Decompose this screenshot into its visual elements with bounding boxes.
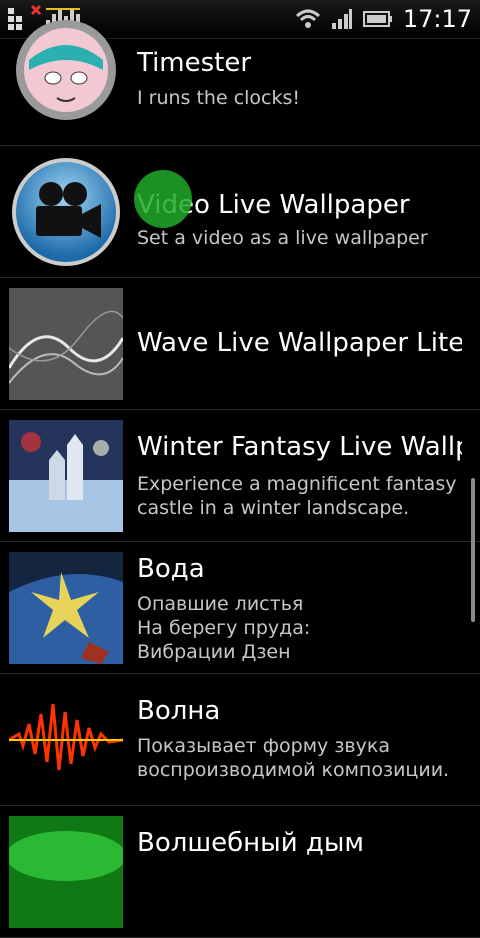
list-item[interactable]: Вода Опавшие листья На берегу пруда: Виб… [0,542,480,674]
list-item[interactable]: Wave Live Wallpaper Lite [0,278,480,410]
live-wallpaper-list: Timester I runs the clocks! Video Live W… [0,20,480,938]
wallpaper-title: Wave Live Wallpaper Lite [137,328,462,358]
wallpaper-description-line: воспроизводимой композиции. [137,759,450,781]
list-item[interactable]: Волна Показывает форму звука воспроизвод… [0,674,480,806]
battery-icon [362,11,392,27]
wallpaper-title: Волна [137,696,221,726]
wifi-icon [295,9,320,28]
clock: 17:17 [402,5,472,33]
scrollbar[interactable] [471,478,475,622]
wallpaper-description-line: Experience a magnificent fantasy [137,473,457,495]
wallpaper-description: Set a video as a live wallpaper [137,227,428,249]
wallpaper-description-line: Вибрации Дзен [137,641,291,663]
wave-thumbnail [9,288,123,400]
signal-icon [331,9,352,29]
wallpaper-description-line: Показывает форму звука [137,735,390,757]
touch-indicator [134,170,192,228]
video-camera-icon [12,158,120,266]
wallpaper-description-line: Опавшие листья [137,593,304,615]
timester-icon [16,20,116,120]
sound-wave-thumbnail [9,684,123,796]
leaves-thumbnail [9,552,123,664]
wallpaper-title: Winter Fantasy Live Wallpa [137,432,462,462]
smoke-thumbnail [9,816,123,928]
list-item[interactable]: Волшебный дым [0,806,480,938]
wallpaper-title: Вода [137,554,205,584]
wallpaper-title: Timester [137,48,252,78]
list-item[interactable]: Winter Fantasy Live Wallpa Experience a … [0,410,480,542]
wallpaper-description: I runs the clocks! [137,87,301,109]
wallpaper-description-line: На берегу пруда: [137,617,311,639]
list-item[interactable]: Timester I runs the clocks! [0,20,480,146]
list-item[interactable]: Video Live Wallpaper Set a video as a li… [0,146,480,278]
winter-castle-thumbnail [9,420,123,532]
wallpaper-description-line: castle in a winter landscape. [137,497,410,519]
